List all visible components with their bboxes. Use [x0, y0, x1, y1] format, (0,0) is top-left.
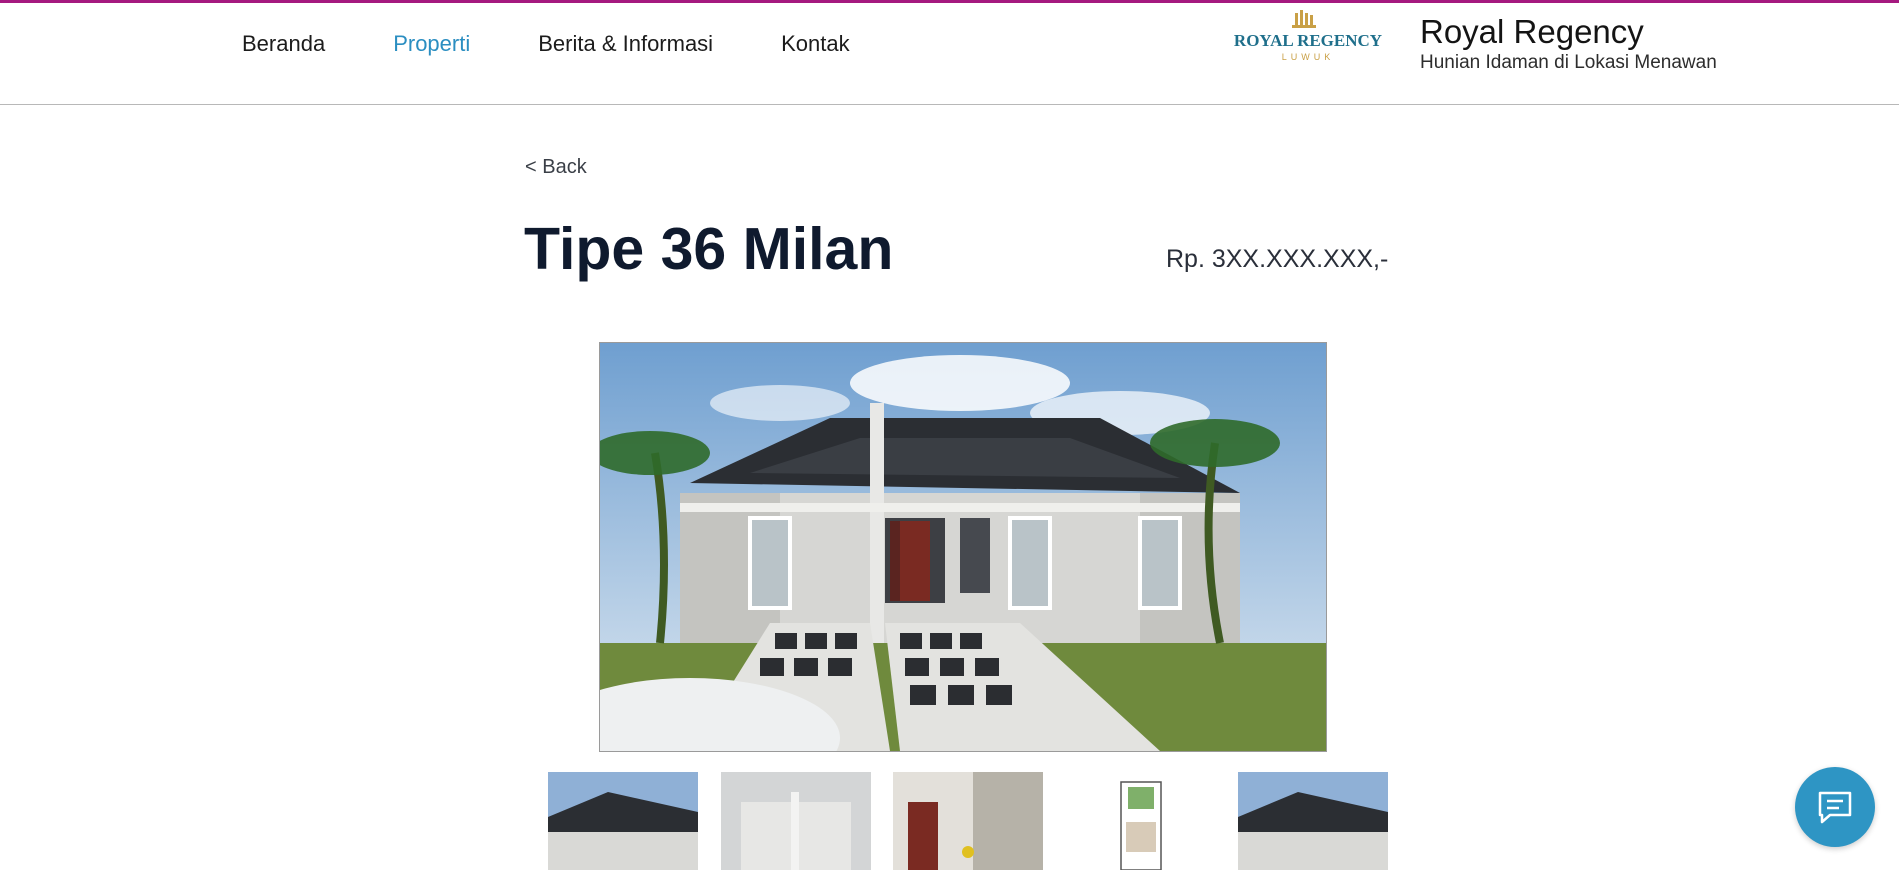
brand-title: Royal Regency [1420, 13, 1644, 50]
thumbnail-3[interactable] [893, 772, 1043, 870]
thumbnail-4[interactable] [1066, 772, 1216, 870]
logo-text: ROYAL REGENCY [1234, 31, 1382, 50]
royal-regency-logo[interactable]: ROYAL REGENCY LUWUK [1233, 9, 1383, 69]
chevron-right-icon[interactable] [1325, 515, 1365, 575]
nav-item-properti[interactable]: Properti [393, 29, 470, 59]
nav-item-berita-informasi[interactable]: Berita & Informasi [538, 29, 713, 59]
chat-button[interactable] [1795, 767, 1875, 847]
house-render-image [600, 343, 1326, 751]
nav-item-kontak[interactable]: Kontak [781, 29, 850, 59]
thumbnail-1[interactable] [548, 772, 698, 870]
thumbnail-5[interactable] [1238, 772, 1388, 870]
back-link[interactable]: < Back [525, 156, 587, 179]
chevron-left-icon[interactable] [560, 515, 600, 575]
property-title: Tipe 36 Milan [524, 216, 894, 282]
crown-icon [1292, 10, 1316, 28]
site-header: Beranda Properti Berita & Informasi Kont… [0, 3, 1899, 105]
thumbnail-2[interactable] [721, 772, 871, 870]
chat-icon [1818, 791, 1852, 824]
property-price: Rp. 3XX.XXX.XXX,- [1166, 245, 1389, 273]
brand-subtitle: Hunian Idaman di Lokasi Menawan [1420, 52, 1717, 73]
logo-subtext: LUWUK [1282, 52, 1335, 62]
main-property-image [599, 342, 1327, 752]
main-nav: Beranda Properti Berita & Informasi Kont… [242, 29, 918, 59]
thumbnail-strip [548, 772, 1388, 870]
nav-item-beranda[interactable]: Beranda [242, 29, 325, 59]
